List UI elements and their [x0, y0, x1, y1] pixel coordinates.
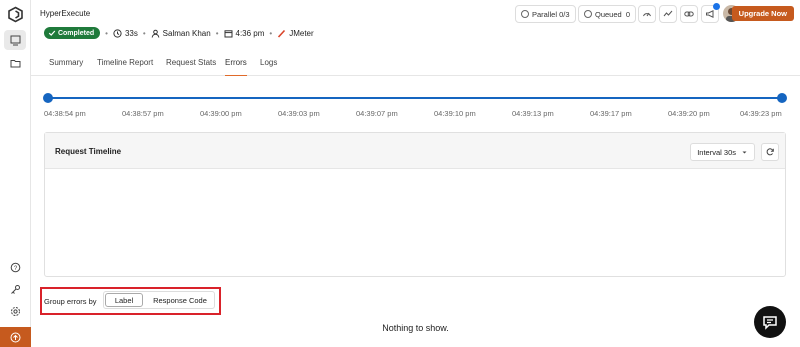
- chevron-down-icon: [742, 151, 747, 153]
- group-errors-toggle: Label Response Code: [103, 291, 215, 309]
- refresh-button[interactable]: [761, 143, 779, 161]
- speedometer-button[interactable]: [638, 5, 656, 23]
- status-text: Completed: [57, 29, 95, 37]
- duration: 33s: [113, 29, 138, 38]
- tab-bar: Summary Timeline Report Request Stats Er…: [31, 52, 800, 76]
- timeline-tick: 04:39:00 pm: [200, 109, 242, 118]
- timeline-tick: 04:39:10 pm: [434, 109, 476, 118]
- sidebar-item-folder[interactable]: [4, 53, 26, 73]
- clock-icon: [113, 28, 122, 38]
- timeline-tick: 04:39:20 pm: [668, 109, 710, 118]
- timeline-end-handle[interactable]: [777, 93, 787, 103]
- tool: JMeter: [277, 29, 314, 38]
- left-rail: ?: [0, 0, 31, 347]
- app-logo-icon[interactable]: [7, 6, 24, 23]
- settings-icon: [10, 306, 20, 316]
- queued-value: 0: [625, 9, 631, 19]
- app-title: HyperExecute: [40, 9, 91, 18]
- tab-errors[interactable]: Errors: [225, 58, 247, 76]
- request-timeline-panel: Request Timeline Interval 30s: [44, 132, 786, 277]
- timeline-tick: 04:39:23 pm: [740, 109, 782, 118]
- help-icon: ?: [10, 262, 20, 272]
- parallel-indicator[interactable]: Parallel 0/3: [515, 5, 576, 23]
- chat-icon: [763, 315, 777, 330]
- link-icon: [684, 11, 694, 17]
- timeline-start-handle[interactable]: [43, 93, 53, 103]
- key-icon: [10, 284, 20, 294]
- status-badge: Completed: [44, 27, 101, 39]
- parallel-label: Parallel: [532, 9, 558, 19]
- group-errors-label: Group errors by: [44, 297, 97, 306]
- jmeter-icon: [278, 29, 286, 38]
- trend-icon: [663, 10, 673, 17]
- queued-icon: [584, 10, 592, 18]
- empty-state-message: Nothing to show.: [382, 323, 449, 333]
- timeline-tick: 04:38:57 pm: [122, 109, 164, 118]
- monitor-icon: [10, 35, 20, 45]
- arrow-up-icon: [10, 332, 21, 342]
- start-time: 4:36 pm: [224, 29, 264, 38]
- megaphone-icon: [706, 9, 714, 19]
- user: Salman Khan: [151, 29, 211, 38]
- tab-request-stats[interactable]: Request Stats: [166, 58, 216, 76]
- analytics-button[interactable]: [659, 5, 677, 23]
- panel-header: Request Timeline Interval 30s: [45, 133, 785, 169]
- speedometer-icon: [643, 12, 651, 17]
- user-icon: [151, 29, 159, 38]
- timeline-tick: 04:38:54 pm: [44, 109, 86, 118]
- folder-icon: [10, 59, 20, 67]
- parallel-value: 0/3: [559, 9, 570, 19]
- upgrade-button[interactable]: Upgrade Now: [731, 6, 794, 21]
- interval-select[interactable]: Interval 30s: [690, 143, 755, 161]
- parallel-icon: [521, 10, 529, 18]
- sidebar-item-help[interactable]: ?: [4, 257, 26, 277]
- group-by-label-button[interactable]: Label: [105, 293, 143, 307]
- timeline-tick: 04:39:07 pm: [356, 109, 398, 118]
- group-by-response-code-button[interactable]: Response Code: [150, 293, 210, 307]
- refresh-icon: [766, 148, 774, 156]
- tab-logs[interactable]: Logs: [260, 58, 277, 76]
- check-icon: [48, 30, 56, 36]
- calendar-icon: [224, 29, 232, 37]
- queued-label: Queued: [595, 9, 622, 19]
- timeline-tick: 04:39:13 pm: [512, 109, 554, 118]
- integrations-button[interactable]: [680, 5, 698, 23]
- sidebar-item-dashboard[interactable]: [4, 30, 26, 50]
- timeline-tick: 04:39:03 pm: [278, 109, 320, 118]
- chat-button[interactable]: [754, 306, 786, 338]
- sidebar-item-key[interactable]: [4, 279, 26, 299]
- timeline-range-track[interactable]: [48, 97, 782, 99]
- timeline-tick: 04:39:17 pm: [590, 109, 632, 118]
- queued-indicator[interactable]: Queued 0: [578, 5, 637, 23]
- sidebar-item-settings[interactable]: [4, 301, 26, 321]
- top-header: HyperExecute Parallel 0/3 Queued 0 Upgra…: [31, 0, 800, 26]
- panel-title: Request Timeline: [55, 147, 122, 156]
- notification-dot: [713, 3, 720, 10]
- tab-timeline-report[interactable]: Timeline Report: [97, 58, 153, 76]
- tab-summary[interactable]: Summary: [49, 58, 83, 76]
- job-meta: Completed • 33s • Salman Khan • 4:36 pm …: [44, 26, 314, 40]
- announcements-button[interactable]: [701, 3, 720, 23]
